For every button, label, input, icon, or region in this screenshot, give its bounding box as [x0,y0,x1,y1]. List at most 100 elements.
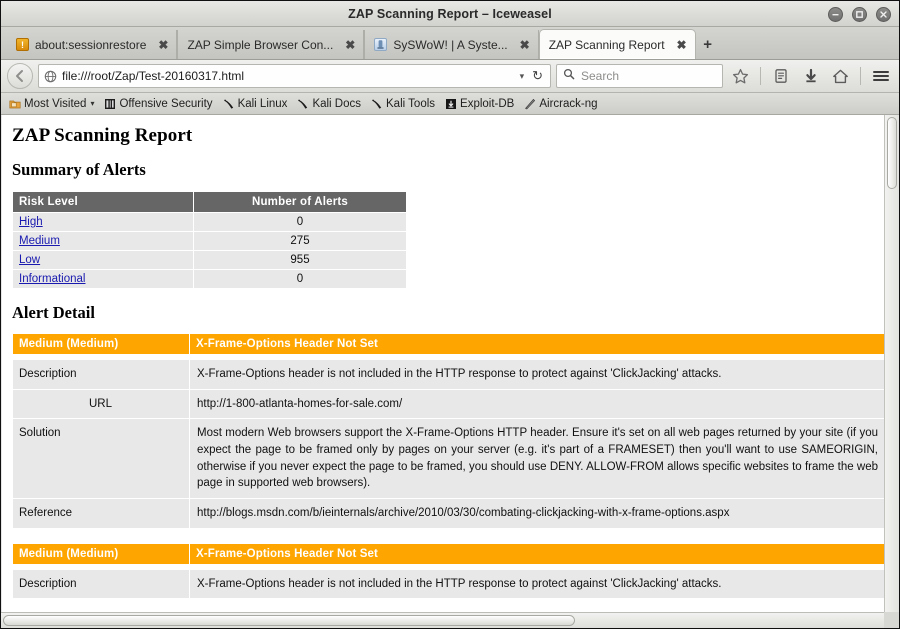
bookmark-label: Most Visited [24,97,87,110]
folder-star-icon [9,98,21,110]
navigation-toolbar: file:///root/Zap/Test-20160317.html ▾ ↻ … [1,60,899,93]
tab-about-sessionrestore[interactable]: ! about:sessionrestore ✖ [7,30,178,59]
url-bar[interactable]: file:///root/Zap/Test-20160317.html ▾ ↻ [38,64,551,88]
back-button[interactable] [7,63,33,89]
vertical-scrollbar-thumb[interactable] [887,117,897,189]
chevron-down-icon[interactable]: ▾ [520,71,525,82]
window-title: ZAP Scanning Report – Iceweasel [348,6,552,21]
hamburger-menu-icon[interactable] [868,63,893,89]
description-value: X-Frame-Options header is not included i… [190,569,884,599]
alert-name: X-Frame-Options Header Not Set [190,543,884,564]
tab-label: SySWoW! | A Syste... [393,37,508,52]
tab-close-icon[interactable]: ✖ [677,39,687,51]
horizontal-scrollbar[interactable] [1,612,899,628]
aircrack-icon [524,98,536,110]
table-row: Reference http://blogs.msdn.com/b/ieinte… [13,499,884,528]
tab-close-icon[interactable]: ✖ [345,39,355,51]
table-row: Description X-Frame-Options header is no… [13,360,884,389]
tab-close-icon[interactable]: ✖ [520,39,530,51]
alert-count-cell: 275 [194,232,406,250]
tab-close-icon[interactable]: ✖ [158,39,168,51]
reference-value: http://blogs.msdn.com/b/ieinternals/arch… [190,499,884,528]
tab-label: ZAP Simple Browser Con... [187,37,334,52]
bookmark-label: Offensive Security [119,97,213,110]
scrollbar-corner [884,612,899,628]
alert-detail-heading: Alert Detail [12,303,95,322]
tab-strip: ! about:sessionrestore ✖ ZAP Simple Brow… [1,27,899,60]
table-row: Solution Most modern Web browsers suppor… [13,419,884,499]
alert-count-cell: 955 [194,251,406,269]
alert-spacer-row [13,355,884,359]
horizontal-scrollbar-thumb[interactable] [3,615,575,626]
reader-list-icon[interactable] [768,63,793,89]
window-controls [828,1,891,27]
kali-dragon-icon [297,98,309,110]
bookmark-kali-linux[interactable]: Kali Linux [219,96,292,112]
table-row: Informational 0 [13,270,406,288]
column-header-number-of-alerts: Number of Alerts [194,192,406,212]
search-input[interactable]: Search [581,69,619,83]
solution-label: Solution [13,419,189,499]
vertical-scrollbar[interactable] [884,115,899,612]
alert-count-cell: 0 [194,270,406,288]
bookmark-label: Aircrack-ng [539,97,598,110]
bookmark-kali-tools[interactable]: Kali Tools [367,96,439,112]
alert-spacer-row [13,564,884,569]
table-row: URL http://1-800-atlanta-homes-for-sale.… [13,389,884,419]
url-value: http://1-800-atlanta-homes-for-sale.com/ [190,389,884,419]
reload-icon[interactable]: ↻ [529,68,546,84]
tab-zap-scanning-report[interactable]: ZAP Scanning Report ✖ [538,29,696,59]
bookmark-label: Exploit-DB [460,97,515,110]
alert-detail-table: Medium (Medium) X-Frame-Options Header N… [12,543,884,600]
chevron-down-icon: ▾ [90,99,95,108]
page-title: ZAP Scanning Report [12,125,193,146]
search-box[interactable]: Search [556,64,723,88]
link-high[interactable]: High [19,216,43,228]
close-button[interactable] [876,6,891,22]
risk-level-cell: High [13,213,193,231]
downloads-icon[interactable] [798,63,823,89]
bookmark-label: Kali Linux [237,97,288,110]
globe-icon [44,70,57,83]
alert-risk-badge: Medium (Medium) [13,334,189,354]
bookmark-most-visited[interactable]: Most Visited ▾ [5,96,98,112]
minimize-button[interactable] [828,6,843,22]
url-text: file:///root/Zap/Test-20160317.html [62,69,245,83]
bookmark-exploit-db[interactable]: Exploit-DB [441,96,518,112]
table-row: Description X-Frame-Options header is no… [13,569,884,599]
alert-count-cell: 0 [194,213,406,231]
toolbar-divider [760,67,761,85]
description-value: X-Frame-Options header is not included i… [190,360,884,389]
summary-heading: Summary of Alerts [12,160,146,179]
new-tab-button[interactable]: + [696,30,720,59]
zap-report-page: ZAP Scanning Report Summary of Alerts Ri… [1,115,884,612]
alert-detail-table: Medium (Medium) X-Frame-Options Header N… [12,333,884,529]
bookmark-aircrack-ng[interactable]: Aircrack-ng [520,96,601,112]
home-icon[interactable] [828,63,853,89]
link-informational[interactable]: Informational [19,273,85,285]
alert-risk-badge: Medium (Medium) [13,543,189,564]
tab-zap-simple-browser[interactable]: ZAP Simple Browser Con... ✖ [177,30,365,59]
kali-dragon-icon [371,98,383,110]
link-low[interactable]: Low [19,254,40,266]
column-header-risk-level: Risk Level [13,192,193,212]
bookmark-kali-docs[interactable]: Kali Docs [293,96,365,112]
bookmark-star-icon[interactable] [728,63,753,89]
offsec-icon [104,98,116,110]
alert-name: X-Frame-Options Header Not Set [190,334,884,354]
maximize-button[interactable] [852,6,867,22]
description-label: Description [13,360,189,389]
bookmark-offensive-security[interactable]: Offensive Security [100,96,216,112]
url-label: URL [13,389,189,419]
table-row: Low 955 [13,251,406,269]
bookmarks-toolbar: Most Visited ▾ Offensive Security Kali L… [1,93,899,115]
risk-level-cell: Informational [13,270,193,288]
table-row: High 0 [13,213,406,231]
link-medium[interactable]: Medium [19,235,60,247]
title-bar: ZAP Scanning Report – Iceweasel [1,1,899,27]
reference-label: Reference [13,499,189,528]
solution-value: Most modern Web browsers support the X-F… [190,419,884,499]
content-viewport: ZAP Scanning Report Summary of Alerts Ri… [1,115,899,612]
tab-syswow[interactable]: SySWoW! | A Syste... ✖ [364,30,539,59]
browser-window: ZAP Scanning Report – Iceweasel ! about:… [0,0,900,629]
